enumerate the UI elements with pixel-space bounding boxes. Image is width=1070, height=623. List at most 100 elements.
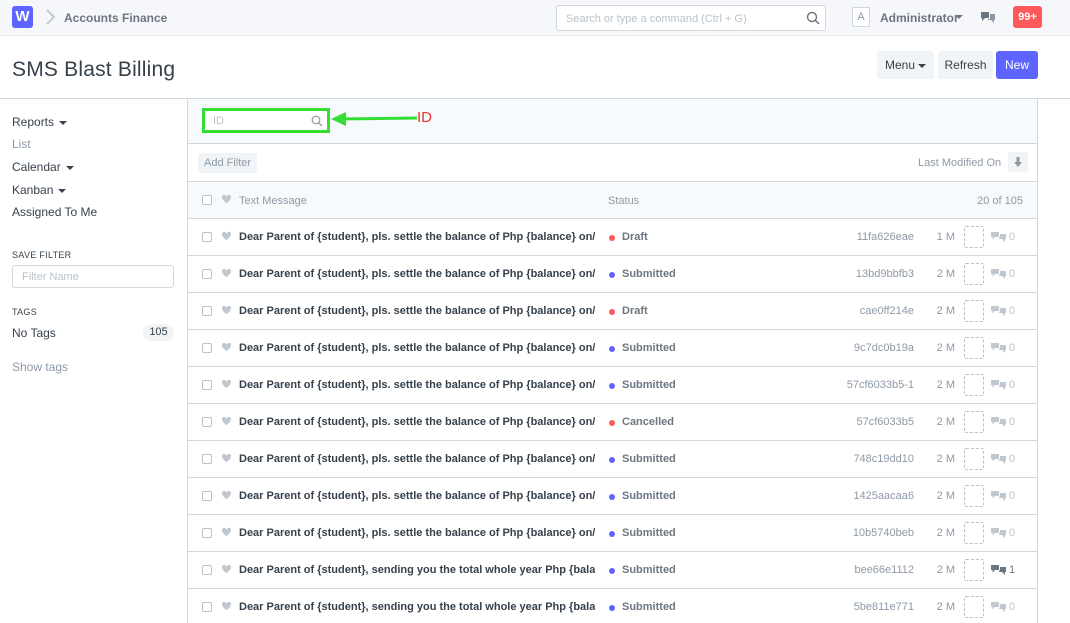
list-row[interactable]: Dear Parent of {student}, pls. settle th… — [188, 478, 1037, 515]
row-checkbox[interactable] — [202, 417, 212, 427]
user-menu[interactable]: Administrator — [880, 11, 959, 25]
assign-avatar-placeholder[interactable] — [964, 485, 984, 507]
caret-down-icon — [918, 63, 927, 68]
row-checkbox[interactable] — [202, 491, 212, 501]
comment-icon — [991, 491, 1006, 501]
row-checkbox[interactable] — [202, 602, 212, 612]
sidebar-item-label: Kanban — [12, 183, 54, 197]
row-checkbox[interactable] — [202, 380, 212, 390]
sidebar-item-kanban[interactable]: Kanban — [12, 183, 67, 197]
assign-avatar-placeholder[interactable] — [964, 448, 984, 470]
status-indicator-dot — [609, 309, 615, 315]
menu-button[interactable]: Menu — [877, 51, 934, 79]
heart-icon[interactable] — [221, 490, 232, 500]
sidebar-item-assigned-to-me[interactable]: Assigned To Me — [12, 205, 97, 219]
heart-icon[interactable] — [221, 416, 232, 426]
list-row[interactable]: Dear Parent of {student}, pls. settle th… — [188, 256, 1037, 293]
row-checkbox[interactable] — [202, 343, 212, 353]
notification-badge[interactable]: 99+ — [1013, 6, 1042, 28]
caret-down-icon[interactable] — [955, 15, 963, 19]
select-all-checkbox[interactable] — [202, 195, 212, 205]
sidebar-item-list[interactable]: List — [12, 137, 31, 151]
row-text-message[interactable]: Dear Parent of {student}, pls. settle th… — [239, 379, 595, 391]
comment-count: 0 — [1009, 527, 1016, 539]
row-checkbox[interactable] — [202, 269, 212, 279]
breadcrumb[interactable]: Accounts Finance — [64, 11, 167, 25]
annotation-label: ID — [417, 109, 432, 126]
row-checkbox[interactable] — [202, 306, 212, 316]
sidebar-item-reports[interactable]: Reports — [12, 115, 68, 129]
row-checkbox[interactable] — [202, 232, 212, 242]
list-row[interactable]: Dear Parent of {student}, pls. settle th… — [188, 219, 1037, 256]
sort-selector[interactable]: Last Modified On — [918, 157, 1001, 169]
assign-avatar-placeholder[interactable] — [964, 300, 984, 322]
heart-icon[interactable] — [221, 194, 232, 204]
heart-icon[interactable] — [221, 305, 232, 315]
comment-icon — [991, 454, 1006, 464]
row-text-message[interactable]: Dear Parent of {student}, pls. settle th… — [239, 453, 595, 465]
list-row[interactable]: Dear Parent of {student}, sending you th… — [188, 589, 1037, 623]
row-text-message[interactable]: Dear Parent of {student}, pls. settle th… — [239, 305, 595, 317]
row-text-message[interactable]: Dear Parent of {student}, pls. settle th… — [239, 231, 595, 243]
row-checkbox[interactable] — [202, 454, 212, 464]
status-badge: Submitted — [622, 601, 676, 613]
assign-avatar-placeholder[interactable] — [964, 226, 984, 248]
heart-icon[interactable] — [221, 601, 232, 611]
refresh-button[interactable]: Refresh — [938, 51, 993, 79]
comment-count: 0 — [1009, 342, 1016, 354]
row-text-message[interactable]: Dear Parent of {student}, pls. settle th… — [239, 342, 595, 354]
row-text-message[interactable]: Dear Parent of {student}, pls. settle th… — [239, 490, 595, 502]
new-button[interactable]: New — [996, 51, 1038, 79]
list-row[interactable]: Dear Parent of {student}, pls. settle th… — [188, 404, 1037, 441]
list-row[interactable]: Dear Parent of {student}, pls. settle th… — [188, 330, 1037, 367]
assign-avatar-placeholder[interactable] — [964, 337, 984, 359]
assign-avatar-placeholder[interactable] — [964, 374, 984, 396]
chat-icon[interactable] — [980, 10, 996, 24]
row-modified-age: 2 M — [936, 305, 955, 317]
heart-icon[interactable] — [221, 268, 232, 278]
assign-avatar-placeholder[interactable] — [964, 263, 984, 285]
row-text-message[interactable]: Dear Parent of {student}, pls. settle th… — [239, 527, 595, 539]
assign-avatar-placeholder[interactable] — [964, 522, 984, 544]
row-modified-age: 2 M — [936, 453, 955, 465]
sidebar-item-no-tags[interactable]: No Tags — [12, 326, 56, 340]
row-checkbox[interactable] — [202, 565, 212, 575]
row-id: 13bd9bbfb3 — [855, 268, 914, 280]
row-id: 9c7dc0b19a — [854, 342, 914, 354]
row-checkbox[interactable] — [202, 528, 212, 538]
assign-avatar-placeholder[interactable] — [964, 559, 984, 581]
row-text-message[interactable]: Dear Parent of {student}, pls. settle th… — [239, 268, 595, 280]
heart-icon[interactable] — [221, 231, 232, 241]
row-text-message[interactable]: Dear Parent of {student}, sending you th… — [239, 601, 595, 613]
assign-avatar-placeholder[interactable] — [964, 411, 984, 433]
chevron-right-icon — [46, 9, 56, 25]
list-row[interactable]: Dear Parent of {student}, pls. settle th… — [188, 293, 1037, 330]
list-row[interactable]: Dear Parent of {student}, pls. settle th… — [188, 515, 1037, 552]
heart-icon[interactable] — [221, 564, 232, 574]
list-row[interactable]: Dear Parent of {student}, pls. settle th… — [188, 367, 1037, 404]
comment-icon — [991, 306, 1006, 316]
awesomebar-search-input[interactable]: Search or type a command (Ctrl + G) — [556, 5, 826, 31]
status-badge: Submitted — [622, 453, 676, 465]
heart-icon[interactable] — [221, 527, 232, 537]
heart-icon[interactable] — [221, 342, 232, 352]
heart-icon[interactable] — [221, 379, 232, 389]
heart-icon[interactable] — [221, 453, 232, 463]
assign-avatar-placeholder[interactable] — [964, 596, 984, 618]
filter-name-input[interactable]: Filter Name — [12, 265, 174, 288]
app-logo[interactable]: W — [12, 6, 33, 28]
row-modified-age: 2 M — [936, 490, 955, 502]
row-text-message[interactable]: Dear Parent of {student}, pls. settle th… — [239, 416, 595, 428]
avatar[interactable]: A — [852, 7, 870, 27]
row-modified-age: 2 M — [936, 379, 955, 391]
list-row[interactable]: Dear Parent of {student}, sending you th… — [188, 552, 1037, 589]
comment-count: 0 — [1009, 416, 1016, 428]
caret-down-icon — [65, 165, 74, 170]
list-row[interactable]: Dear Parent of {student}, pls. settle th… — [188, 441, 1037, 478]
show-tags-link[interactable]: Show tags — [12, 360, 68, 374]
status-indicator-dot — [609, 568, 615, 574]
add-filter-button[interactable]: Add Filter — [198, 153, 258, 173]
sidebar-item-calendar[interactable]: Calendar — [12, 160, 74, 174]
sort-order-button[interactable] — [1008, 152, 1028, 172]
row-text-message[interactable]: Dear Parent of {student}, sending you th… — [239, 564, 595, 576]
